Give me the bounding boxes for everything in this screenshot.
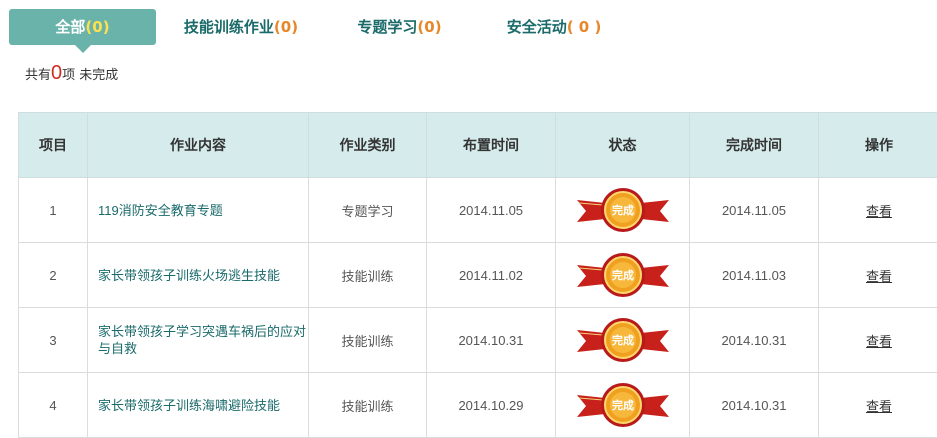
completed-badge-icon: 完成	[575, 251, 671, 299]
row-completed-date: 2014.10.31	[690, 308, 819, 373]
tab-count: (0)	[85, 18, 109, 36]
badge-text: 完成	[612, 268, 634, 282]
row-index: 3	[19, 308, 88, 373]
tab-label: 全部	[55, 18, 85, 36]
row-assigned-date: 2014.10.31	[427, 308, 556, 373]
col-header-completed: 完成时间	[690, 113, 819, 178]
row-category: 技能训练	[309, 243, 427, 308]
view-link[interactable]: 查看	[866, 334, 892, 349]
row-content-link[interactable]: 家长带领孩子训练火场逃生技能	[88, 243, 309, 308]
row-content-link[interactable]: 家长带领孩子学习突遇车祸后的应对与自救	[88, 308, 309, 373]
col-header-content: 作业内容	[88, 113, 309, 178]
row-assigned-date: 2014.11.02	[427, 243, 556, 308]
table-row: 1119消防安全教育专题专题学习2014.11.05完成2014.11.05查看	[19, 178, 937, 243]
view-link[interactable]: 查看	[866, 204, 892, 219]
tab-label: 技能训练作业	[184, 18, 274, 36]
tab-label: 专题学习	[357, 18, 417, 36]
row-content-link[interactable]: 家长带领孩子训练海啸避险技能	[88, 373, 309, 438]
col-header-action: 操作	[819, 113, 937, 178]
col-header-assigned: 布置时间	[427, 113, 556, 178]
badge-text: 完成	[612, 333, 634, 347]
badge-text: 完成	[612, 398, 634, 412]
row-action: 查看	[819, 308, 937, 373]
badge-text: 完成	[612, 203, 634, 217]
summary-text: 共有0项 未完成	[25, 62, 118, 85]
row-completed-date: 2014.11.03	[690, 243, 819, 308]
homework-table: 项目 作业内容 作业类别 布置时间 状态 完成时间 操作 1119消防安全教育专…	[18, 112, 937, 438]
row-completed-date: 2014.11.05	[690, 178, 819, 243]
row-action: 查看	[819, 373, 937, 438]
tab-topic-study[interactable]: 专题学习(0)	[352, 9, 447, 45]
row-category: 技能训练	[309, 373, 427, 438]
view-link[interactable]: 查看	[866, 399, 892, 414]
tab-count: (0)	[274, 18, 298, 36]
tab-all[interactable]: 全部(0)	[9, 9, 156, 45]
row-category: 技能训练	[309, 308, 427, 373]
tab-label: 安全活动	[507, 18, 567, 36]
col-header-index: 项目	[19, 113, 88, 178]
completed-badge-icon: 完成	[575, 381, 671, 429]
completed-badge-icon: 完成	[575, 186, 671, 234]
summary-count: 0	[51, 62, 62, 84]
completed-badge-icon: 完成	[575, 316, 671, 364]
view-link[interactable]: 查看	[866, 269, 892, 284]
table-header-row: 项目 作业内容 作业类别 布置时间 状态 完成时间 操作	[19, 113, 937, 178]
tab-safety-activity[interactable]: 安全活动( 0 )	[500, 9, 608, 45]
row-completed-date: 2014.10.31	[690, 373, 819, 438]
row-action: 查看	[819, 243, 937, 308]
summary-prefix: 共有	[25, 68, 51, 83]
summary-suffix: 项 未完成	[62, 68, 118, 83]
row-action: 查看	[819, 178, 937, 243]
table-row: 4家长带领孩子训练海啸避险技能技能训练2014.10.29 完成 2014.10.3…	[19, 373, 937, 438]
row-status: 完成	[556, 243, 690, 308]
row-assigned-date: 2014.10.29	[427, 373, 556, 438]
row-status: 完成	[556, 178, 690, 243]
col-header-status: 状态	[556, 113, 690, 178]
table-row: 3家长带领孩子学习突遇车祸后的应对与自救技能训练2014.10.31完成2014…	[19, 308, 937, 373]
row-status: 完成	[556, 308, 690, 373]
row-index: 1	[19, 178, 88, 243]
row-index: 4	[19, 373, 88, 438]
tab-bar: 全部(0) 技能训练作业(0) 专题学习(0) 安全活动( 0 )	[0, 0, 937, 50]
row-index: 2	[19, 243, 88, 308]
tab-count: (0)	[417, 18, 441, 36]
tab-skill-training[interactable]: 技能训练作业(0)	[180, 9, 302, 45]
table-row: 2家长带领孩子训练火场逃生技能技能训练2014.11.02 完成 2014.11.0…	[19, 243, 937, 308]
row-assigned-date: 2014.11.05	[427, 178, 556, 243]
row-status: 完成	[556, 373, 690, 438]
tab-count: ( 0 )	[567, 18, 602, 36]
row-category: 专题学习	[309, 178, 427, 243]
col-header-category: 作业类别	[309, 113, 427, 178]
row-content-link[interactable]: 119消防安全教育专题	[88, 178, 309, 243]
